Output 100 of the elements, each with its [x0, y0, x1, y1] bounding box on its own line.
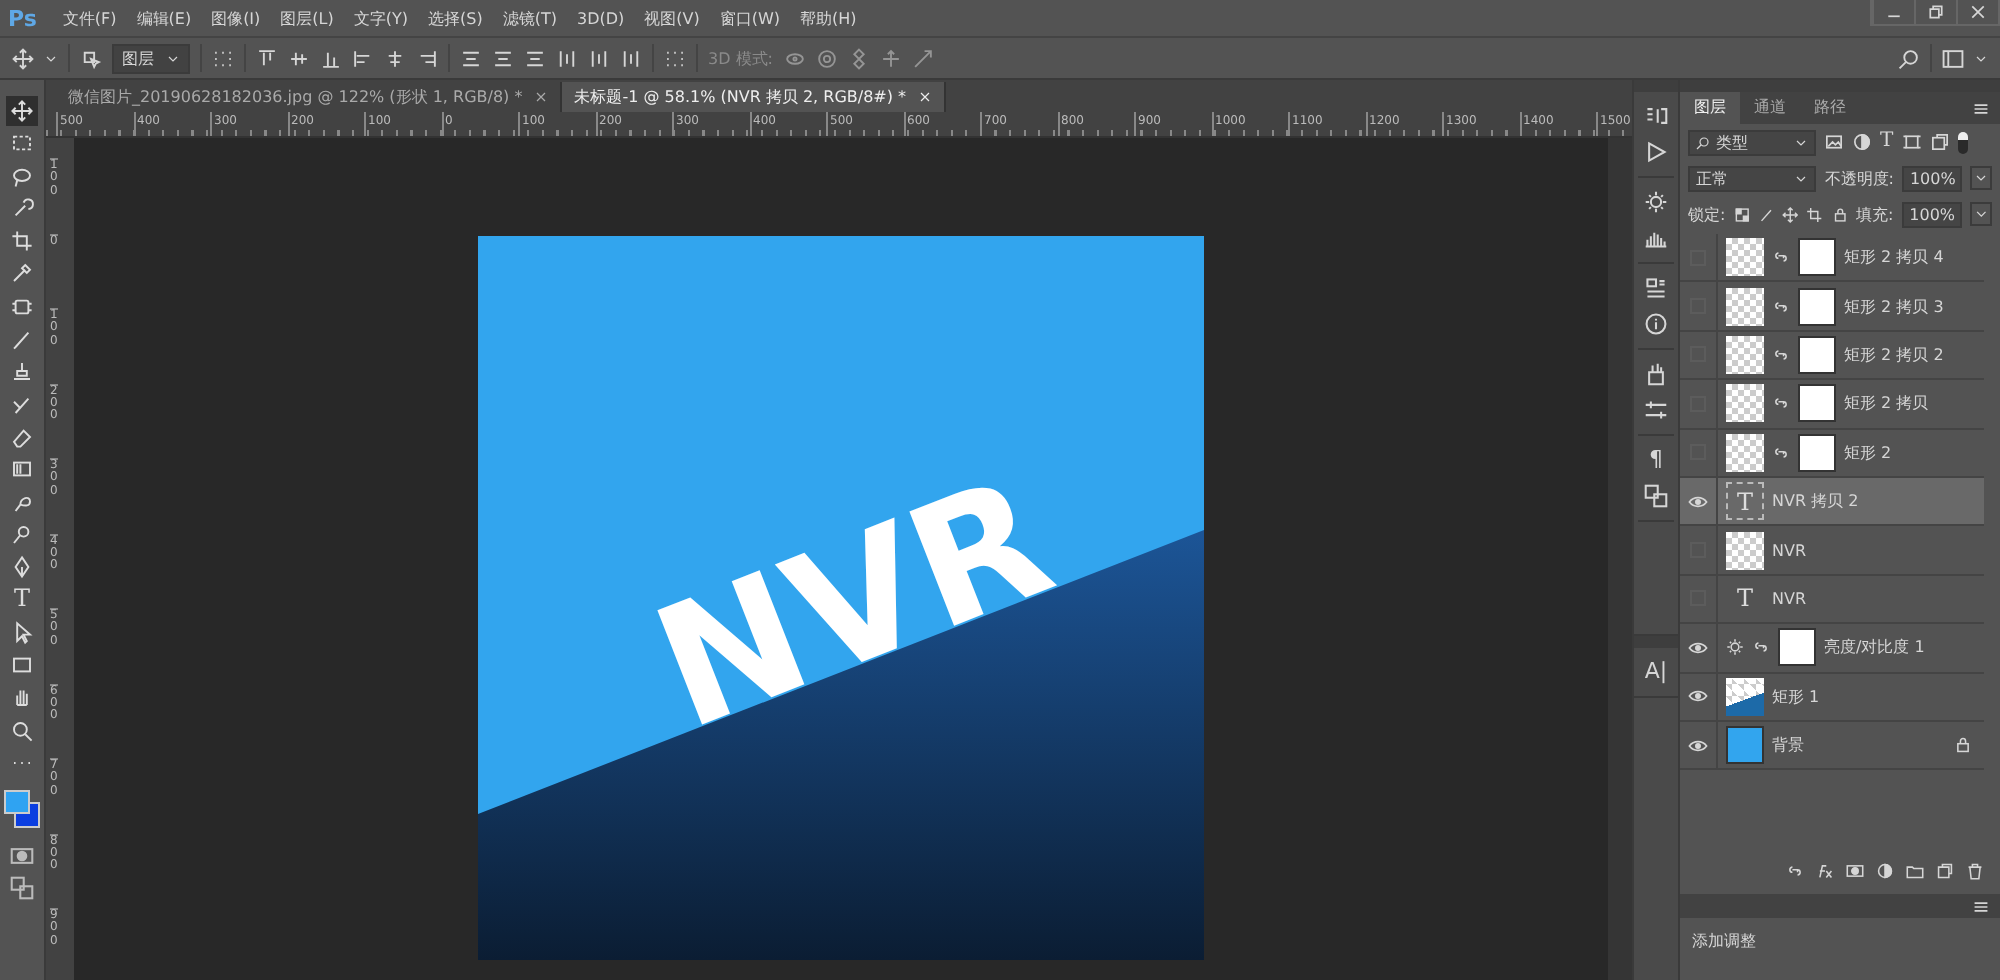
mask-icon[interactable]	[1846, 862, 1864, 880]
layer-row[interactable]: 背景	[1680, 721, 1984, 771]
opacity-field[interactable]: 100%	[1901, 165, 1962, 191]
layer-row[interactable]: T NVR	[1680, 575, 1984, 625]
caret-icon[interactable]	[1974, 51, 1988, 65]
fx-icon[interactable]	[1816, 862, 1834, 880]
move-icon[interactable]	[12, 47, 34, 69]
quick-mask-icon[interactable]	[10, 844, 34, 869]
menu-item[interactable]: 窗口(W)	[709, 7, 791, 29]
adjustment-icon[interactable]	[1876, 862, 1894, 880]
screen-mode-icon[interactable]	[10, 876, 34, 901]
caret-icon[interactable]	[1969, 166, 1992, 190]
link-icon[interactable]	[1786, 862, 1804, 880]
3d-orbit-icon[interactable]	[783, 47, 805, 69]
eye-icon[interactable]	[1688, 491, 1708, 512]
layer-row[interactable]: NVR	[1680, 526, 1984, 576]
scrollbar[interactable]	[1608, 138, 1632, 980]
smart-object-icon[interactable]	[1929, 132, 1950, 152]
half-circle-icon[interactable]	[1852, 132, 1872, 152]
document-tab[interactable]: 未标题-1 @ 58.1% (NVR 拷贝 2, RGB/8#) *	[562, 82, 947, 112]
layer-row[interactable]: 矩形 2 拷贝 2	[1680, 331, 1984, 381]
menu-item[interactable]: 视图(V)	[634, 7, 710, 29]
properties-icon[interactable]	[1644, 276, 1668, 300]
image-icon[interactable]	[1824, 132, 1844, 152]
sliders-icon[interactable]	[1644, 398, 1668, 422]
sun-icon[interactable]	[1644, 190, 1668, 214]
brushes-icon[interactable]	[1644, 362, 1668, 386]
type-tool[interactable]: T	[6, 584, 38, 615]
eye-icon[interactable]	[1688, 637, 1708, 658]
lock-pixels-icon[interactable]	[1757, 205, 1775, 223]
distribute-icon[interactable]	[556, 47, 578, 69]
blend-mode-dropdown[interactable]: 正常	[1688, 165, 1817, 191]
menu-item[interactable]: 帮助(H)	[790, 7, 867, 29]
caret-icon[interactable]	[1969, 202, 1992, 226]
align-bottom-icon[interactable]	[320, 47, 342, 69]
layer-row[interactable]: 矩形 2 拷贝	[1680, 380, 1984, 430]
target-dropdown[interactable]: 图层	[112, 43, 190, 73]
layer-row[interactable]: 亮度/对比度 1	[1680, 624, 1984, 674]
eye-icon[interactable]	[1688, 735, 1708, 756]
layer-row[interactable]: T NVR 拷贝 2	[1680, 477, 1984, 527]
filter-toggle[interactable]	[1957, 131, 1968, 153]
transform-controls-icon[interactable]	[212, 47, 234, 69]
layer-row[interactable]: 矩形 1	[1680, 673, 1984, 722]
align-right-icon[interactable]	[416, 47, 438, 69]
menu-item[interactable]: 编辑(E)	[126, 7, 202, 29]
crop-tool-icon[interactable]	[6, 226, 38, 257]
menu-item[interactable]: 滤镜(T)	[492, 7, 567, 29]
auto-align-icon[interactable]	[664, 47, 686, 69]
layer-row[interactable]: 矩形 2 拷贝 4	[1680, 234, 1984, 283]
3d-pan3d-icon[interactable]	[847, 47, 869, 69]
menu-icon[interactable]	[1972, 99, 1990, 117]
fill-field[interactable]: 100%	[1901, 201, 1962, 227]
paragraph-icon[interactable]: ¶	[1649, 448, 1663, 472]
layer-row[interactable]: 矩形 2	[1680, 429, 1984, 478]
distribute-icon[interactable]	[620, 47, 642, 69]
clone-source-icon[interactable]	[1644, 484, 1668, 508]
folder-icon[interactable]	[1906, 862, 1924, 880]
3d-scale3d-icon[interactable]	[911, 47, 933, 69]
new-icon[interactable]	[1936, 862, 1954, 880]
align-left-icon[interactable]	[352, 47, 374, 69]
workspace-icon[interactable]	[1942, 47, 1964, 69]
close-icon[interactable]	[534, 90, 549, 104]
character-icon[interactable]: A|	[1644, 660, 1668, 684]
menu-item[interactable]: 图层(L)	[270, 7, 344, 29]
align-middle-icon[interactable]	[288, 47, 310, 69]
panel-tab[interactable]: 路径	[1800, 92, 1860, 124]
distribute-icon[interactable]	[588, 47, 610, 69]
shape-icon[interactable]	[1901, 132, 1922, 152]
distribute-icon[interactable]	[492, 47, 514, 69]
menu-item[interactable]: 图像(I)	[201, 7, 271, 29]
align-top-icon[interactable]	[256, 47, 278, 69]
3d-roll-icon[interactable]	[815, 47, 837, 69]
menu-icon[interactable]	[1972, 897, 1990, 915]
play-icon[interactable]	[1644, 140, 1668, 164]
lock-all-icon[interactable]	[1831, 205, 1848, 223]
layer-row[interactable]: 矩形 2 拷贝 3	[1680, 282, 1984, 332]
caret-icon[interactable]	[44, 51, 58, 65]
foreground-swatch[interactable]	[4, 790, 30, 815]
eye-icon[interactable]	[1688, 686, 1708, 707]
distribute-icon[interactable]	[524, 47, 546, 69]
move-tool-icon[interactable]	[6, 96, 38, 126]
3d-slide3d-icon[interactable]	[879, 47, 901, 69]
menu-item[interactable]: 3D(D)	[566, 9, 635, 27]
panel-tab[interactable]: 图层	[1680, 92, 1740, 124]
search-icon[interactable]	[1898, 47, 1920, 69]
type-filter-icon[interactable]: T	[1880, 132, 1894, 152]
filter-dropdown[interactable]: 类型	[1688, 129, 1816, 155]
trash-icon[interactable]	[1966, 862, 1984, 880]
lock-transparency-icon[interactable]	[1733, 205, 1750, 223]
menu-item[interactable]: 文件(F)	[52, 7, 127, 29]
menu-item[interactable]: 文字(Y)	[343, 7, 419, 29]
info-icon[interactable]	[1644, 312, 1668, 336]
panel-tab[interactable]: 通道	[1740, 92, 1800, 124]
lock-position-icon[interactable]	[1782, 205, 1799, 223]
lock-artboard-icon[interactable]	[1806, 205, 1824, 223]
auto-select-icon[interactable]	[80, 47, 102, 69]
distribute-icon[interactable]	[460, 47, 482, 69]
layer-thumbnail	[1726, 287, 1764, 326]
align-center-icon[interactable]	[384, 47, 406, 69]
menu-item[interactable]: 选择(S)	[418, 7, 493, 29]
